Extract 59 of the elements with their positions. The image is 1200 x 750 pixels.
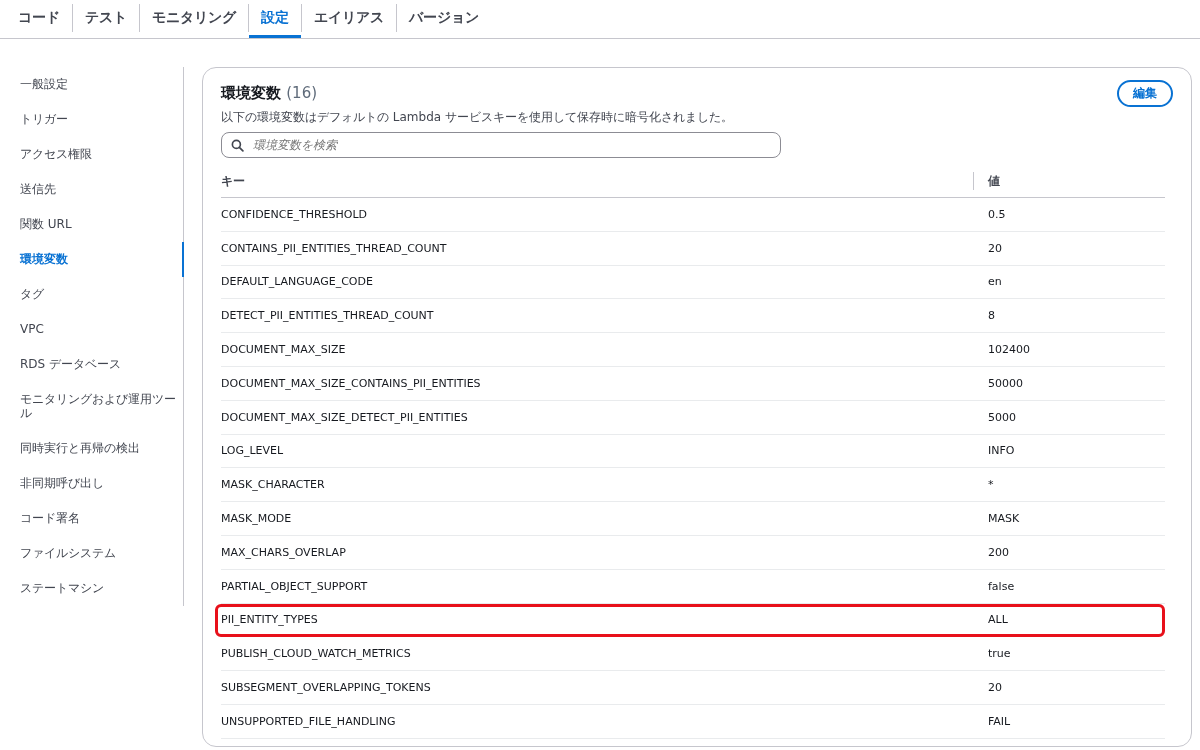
panel-description: 以下の環境変数はデフォルトの Lambda サービスキーを使用して保存時に暗号化されました。 [221,109,734,126]
search-icon [231,139,244,152]
sidebar-item[interactable]: 送信先 [20,172,184,207]
table-cell-text: * [987,478,994,492]
table-cell-text: 8 [987,309,995,323]
sidebar-item[interactable]: アクセス権限 [20,137,184,172]
table-cell-text: MAX_CHARS_OVERLAP [221,545,347,559]
tab[interactable]: テスト [73,0,139,38]
table-cell-text: 20 [987,241,1002,255]
table-cell-text: DOCUMENT_MAX_SIZE_CONTAINS_PII_ENTITIES [221,376,482,390]
table-cell-text: DETECT_PII_ENTITIES_THREAD_COUNT [221,309,435,323]
sidebar-item[interactable]: RDS データベース [20,347,184,382]
sidebar-item[interactable]: トリガー [20,102,184,137]
column-header: 値 [973,172,1000,190]
table-cell-text: CONTAINS_PII_ENTITIES_THREAD_COUNT [221,241,448,255]
table-cell-text: MASK_MODE [221,512,293,526]
table-cell-text: MASK_CHARACTER [221,478,326,492]
sidebar-item[interactable]: モニタリングおよび運用ツール [20,382,184,431]
sidebar-item[interactable]: コード署名 [20,501,184,536]
table-cell-text: true [987,647,1011,661]
tab[interactable]: モニタリング [140,0,248,38]
table-cell-text: CONFIDENCE_THRESHOLD [221,207,368,221]
panel-title: 環境変数 (16) [221,84,318,103]
sidebar-item[interactable]: 環境変数 [20,242,184,277]
sidebar-item[interactable]: ステートマシン [20,571,184,606]
sidebar-item[interactable]: 非同期呼び出し [20,466,184,501]
table-cell-text: DOCUMENT_MAX_SIZE [221,343,347,357]
table-cell-text: false [987,579,1015,593]
table-cell-text: MASK [987,512,1020,526]
table-cell-text: en [987,275,1002,289]
table-cell-text: ALL [987,613,1008,627]
tab[interactable]: エイリアス [302,0,396,38]
table-cell-text: 102400 [987,343,1030,357]
table-cell-text: DOCUMENT_MAX_SIZE_DETECT_PII_ENTITIES [221,410,469,424]
table-cell-text: 0.5 [987,207,1006,221]
table-cell-text: PII_ENTITY_TYPES [221,613,319,627]
column-header: キー [221,172,246,190]
table-cell-text: INFO [987,444,1015,458]
sidebar-item[interactable]: タグ [20,277,184,312]
tab[interactable]: コード [6,0,72,38]
sidebar-item[interactable]: 同時実行と再帰の検出 [20,431,184,466]
table-cell-text: 20 [987,681,1002,695]
table-cell-text: 5000 [987,410,1016,424]
sidebar-item[interactable]: VPC [20,312,184,347]
table-cell-text: SUBSEGMENT_OVERLAPPING_TOKENS [221,681,432,695]
search-field[interactable]: 環境変数を検索 [221,132,781,158]
table-cell-text: FAIL [987,714,1011,728]
tab[interactable]: バージョン [397,0,491,38]
table-cell-text: DEFAULT_LANGUAGE_CODE [221,275,374,289]
table-cell-text: PARTIAL_OBJECT_SUPPORT [221,579,369,593]
table-cell-text: 50000 [987,376,1023,390]
table-cell-text: UNSUPPORTED_FILE_HANDLING [221,714,397,728]
table-cell-text: 200 [987,545,1009,559]
table-cell-text: LOG_LEVEL [221,444,285,458]
sidebar-item[interactable]: 一般設定 [20,67,184,102]
edit-button[interactable]: 編集 [1117,80,1173,107]
sidebar-item[interactable]: ファイルシステム [20,536,184,571]
table-cell-text: PUBLISH_CLOUD_WATCH_METRICS [221,647,412,661]
sidebar-item[interactable]: 関数 URL [20,207,184,242]
